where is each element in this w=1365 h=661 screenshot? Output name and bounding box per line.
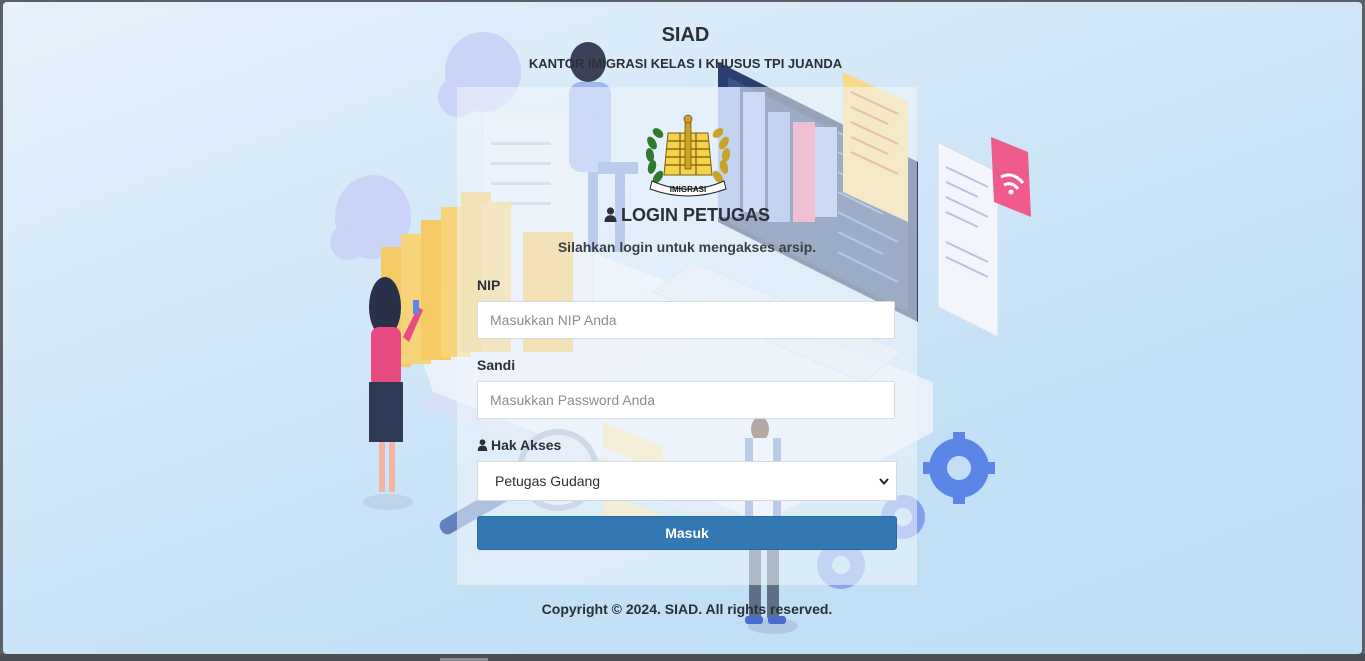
login-title-text: LOGIN PETUGAS: [620, 205, 770, 225]
submit-button[interactable]: Masuk: [477, 516, 897, 550]
copyright-text: Copyright © 2024. SIAD. All rights reser…: [541, 601, 833, 617]
login-title: LOGIN PETUGAS: [457, 205, 917, 226]
user-icon: [604, 207, 617, 222]
password-input[interactable]: [477, 381, 895, 419]
chevron-down-icon: [879, 478, 889, 486]
login-description: Silahkan login untuk mengakses arsip.: [557, 239, 817, 255]
user-icon: [477, 439, 488, 451]
access-label: Hak Akses: [477, 437, 561, 453]
access-label-text: Hak Akses: [491, 437, 562, 453]
nip-label: NIP: [477, 277, 501, 293]
login-page: SIAD KANTOR IMIGRASI KELAS I KHUSUS TPI …: [3, 2, 1362, 654]
site-subtitle: KANTOR IMIGRASI KELAS I KHUSUS TPI JUAND…: [528, 56, 843, 71]
wifi-illustration: [991, 137, 1031, 217]
password-label: Sandi: [477, 357, 516, 373]
nip-input[interactable]: [477, 301, 895, 339]
access-select-value: Petugas Gudang: [495, 473, 601, 489]
site-title: SIAD: [661, 24, 710, 46]
logo-text: IMIGRASI: [670, 185, 706, 194]
login-card: IMIGRASI LOGIN PETUGAS Silahkan login un…: [457, 87, 917, 585]
window-bottom-bar: [0, 654, 1365, 661]
imigrasi-logo: IMIGRASI: [645, 114, 731, 197]
woman-illustration: [363, 277, 423, 510]
access-select[interactable]: Petugas Gudang: [477, 461, 897, 501]
